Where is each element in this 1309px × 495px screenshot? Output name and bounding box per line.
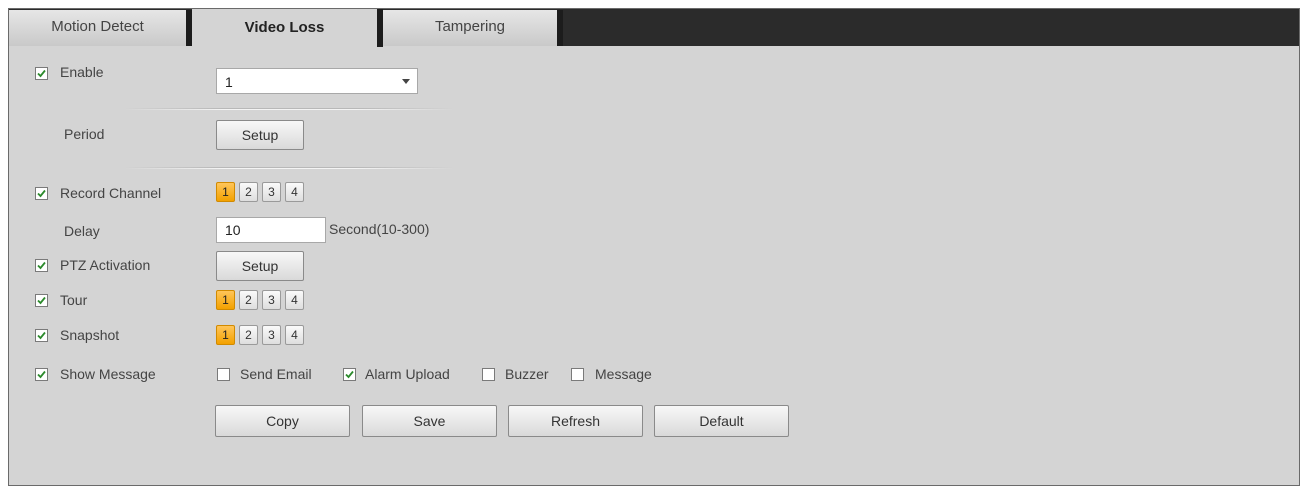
- tab-motion-detect[interactable]: Motion Detect: [9, 10, 192, 46]
- record-channel-checkbox[interactable]: [35, 187, 48, 200]
- record-channel-1[interactable]: 1: [216, 182, 235, 202]
- snapshot-channel-1[interactable]: 1: [216, 325, 235, 345]
- send-email-checkbox[interactable]: [217, 368, 230, 381]
- refresh-button[interactable]: Refresh: [508, 405, 643, 437]
- tour-channel-1[interactable]: 1: [216, 290, 235, 310]
- alarm-upload-label: Alarm Upload: [365, 366, 450, 382]
- divider: [124, 168, 454, 169]
- tour-channel-2[interactable]: 2: [239, 290, 258, 310]
- record-channel-label: Record Channel: [60, 185, 162, 201]
- delay-input[interactable]: [216, 217, 326, 243]
- snapshot-channel-4[interactable]: 4: [285, 325, 304, 345]
- tour-channel-4[interactable]: 4: [285, 290, 304, 310]
- buzzer-checkbox[interactable]: [482, 368, 495, 381]
- record-channel-4[interactable]: 4: [285, 182, 304, 202]
- tour-checkbox[interactable]: [35, 294, 48, 307]
- enable-label: Enable: [60, 64, 104, 80]
- snapshot-channel-3[interactable]: 3: [262, 325, 281, 345]
- tab-video-loss[interactable]: Video Loss: [192, 9, 383, 47]
- divider: [124, 109, 454, 110]
- snapshot-checkbox[interactable]: [35, 329, 48, 342]
- check-icon: [37, 69, 46, 78]
- check-icon: [37, 370, 46, 379]
- tab-tampering[interactable]: Tampering: [383, 10, 563, 46]
- period-label: Period: [64, 126, 105, 142]
- tab-bar: Motion Detect Video Loss Tampering: [9, 9, 1299, 47]
- alarm-upload-checkbox[interactable]: [343, 368, 356, 381]
- period-setup-button[interactable]: Setup: [216, 120, 304, 150]
- message-checkbox[interactable]: [571, 368, 584, 381]
- ptz-setup-button[interactable]: Setup: [216, 251, 304, 281]
- check-icon: [37, 189, 46, 198]
- ptz-activation-label: PTZ Activation: [60, 257, 151, 273]
- copy-button[interactable]: Copy: [215, 405, 350, 437]
- tour-label: Tour: [60, 292, 88, 308]
- ptz-activation-checkbox[interactable]: [35, 259, 48, 272]
- record-channel-2[interactable]: 2: [239, 182, 258, 202]
- snapshot-channel-2[interactable]: 2: [239, 325, 258, 345]
- channel-select[interactable]: 1: [216, 68, 418, 94]
- check-icon: [345, 370, 354, 379]
- tour-channel-3[interactable]: 3: [262, 290, 281, 310]
- save-button[interactable]: Save: [362, 405, 497, 437]
- default-button[interactable]: Default: [654, 405, 789, 437]
- check-icon: [37, 261, 46, 270]
- delay-label: Delay: [64, 223, 100, 239]
- send-email-label: Send Email: [240, 366, 312, 382]
- record-channel-3[interactable]: 3: [262, 182, 281, 202]
- show-message-label: Show Message: [60, 366, 156, 382]
- enable-checkbox[interactable]: [35, 67, 48, 80]
- buzzer-label: Buzzer: [505, 366, 549, 382]
- chevron-down-icon: [402, 79, 410, 84]
- check-icon: [37, 296, 46, 305]
- video-loss-settings-panel: Motion Detect Video Loss Tampering Enabl…: [8, 8, 1300, 486]
- channel-select-value: 1: [225, 74, 233, 90]
- delay-unit: Second(10-300): [329, 221, 430, 237]
- snapshot-label: Snapshot: [60, 327, 120, 343]
- message-label: Message: [595, 366, 652, 382]
- check-icon: [37, 331, 46, 340]
- show-message-checkbox[interactable]: [35, 368, 48, 381]
